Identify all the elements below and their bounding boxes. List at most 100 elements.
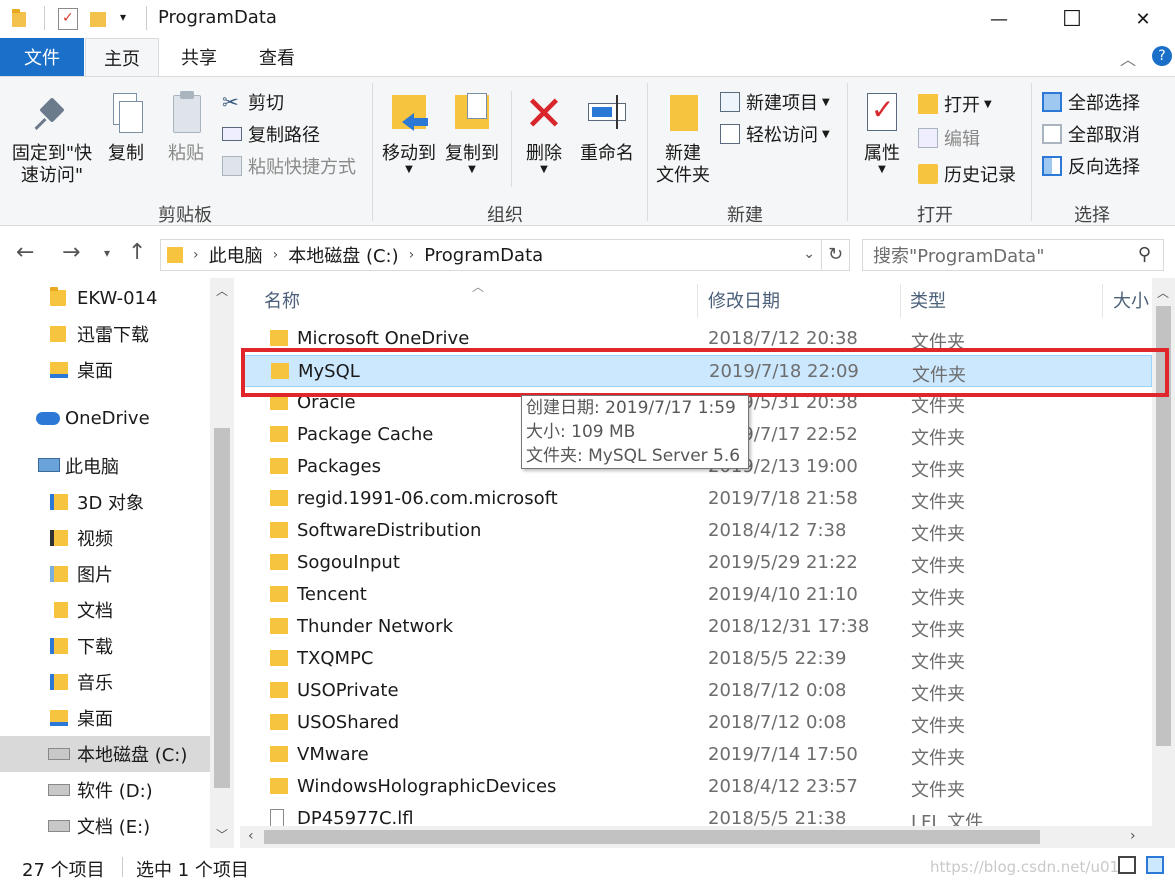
scroll-down-icon[interactable]: ﹀ — [216, 826, 228, 843]
chevron-right-icon[interactable]: › — [273, 247, 279, 263]
file-row[interactable]: VMware 2019/7/14 17:50 文件夹 — [244, 739, 1152, 771]
file-name: Packages — [297, 456, 381, 477]
new-item-button[interactable]: 新建项目 ▼ — [720, 87, 830, 117]
column-header-modified[interactable]: 修改日期 — [708, 278, 898, 322]
picture-icon — [50, 566, 68, 582]
tab-home[interactable]: 主页 — [85, 38, 159, 76]
file-row[interactable]: TXQMPC 2018/5/5 22:39 文件夹 — [244, 643, 1152, 675]
select-all-button[interactable]: 全部选择 — [1042, 87, 1140, 117]
new-folder-label-2: 文件夹 — [656, 165, 710, 186]
file-name: WindowsHolographicDevices — [297, 776, 557, 797]
select-none-button[interactable]: 全部取消 — [1042, 119, 1140, 149]
collapse-ribbon-icon[interactable]: ︿ — [1120, 46, 1136, 70]
breadcrumb-this-pc[interactable]: 此电脑 — [209, 242, 263, 268]
back-arrow-icon[interactable]: ← — [16, 240, 34, 265]
large-icons-view-icon[interactable] — [1146, 856, 1164, 874]
copy-button[interactable]: 复制 — [98, 91, 154, 165]
file-row[interactable]: Tencent 2019/4/10 21:10 文件夹 — [244, 579, 1152, 611]
divider — [900, 284, 901, 318]
chevron-right-icon[interactable]: › — [409, 247, 415, 263]
new-folder-button[interactable]: 新建 文件夹 — [652, 91, 714, 187]
up-arrow-icon[interactable]: ↑ — [128, 240, 146, 265]
recent-locations-chevron-icon[interactable]: ▾ — [104, 246, 110, 260]
nav-item-this-pc[interactable]: 此电脑 — [0, 448, 210, 484]
invert-selection-button[interactable]: 反向选择 — [1042, 151, 1140, 181]
scroll-right-icon[interactable]: › — [1130, 828, 1136, 844]
column-header-size[interactable]: 大小 — [1113, 278, 1153, 322]
nav-item-desktop-2[interactable]: 桌面 — [0, 700, 210, 736]
nav-item-drive-d[interactable]: 软件 (D:) — [0, 772, 210, 808]
search-input[interactable]: 搜索"ProgramData" ⚲ — [862, 239, 1164, 271]
divider — [647, 83, 648, 221]
nav-item-music[interactable]: 音乐 — [0, 664, 210, 700]
paste-shortcut-button[interactable]: 粘贴快捷方式 — [222, 151, 356, 181]
nav-item-xunlei[interactable]: 迅雷下载 — [0, 316, 210, 352]
nav-item-pictures[interactable]: 图片 — [0, 556, 210, 592]
nav-scrollbar[interactable]: ︿ ﹀ — [210, 278, 234, 848]
group-organize-label: 组织 — [487, 205, 523, 226]
address-dropdown-icon[interactable]: ⌄ — [803, 246, 815, 262]
scroll-up-icon[interactable]: ︿ — [1157, 284, 1169, 301]
nav-item-local-disk-c[interactable]: 本地磁盘 (C:) — [0, 736, 210, 772]
chevron-right-icon[interactable]: › — [193, 247, 199, 263]
divider — [44, 6, 45, 30]
nav-item-desktop[interactable]: 桌面 — [0, 352, 210, 388]
paste-button[interactable]: 粘贴 — [158, 91, 214, 165]
file-list-hscrollbar[interactable]: ‹ › — [240, 826, 1175, 848]
file-row[interactable]: USOShared 2018/7/12 0:08 文件夹 — [244, 707, 1152, 739]
scroll-up-icon[interactable]: ︿ — [216, 282, 228, 299]
highlight-annotation — [241, 348, 1169, 397]
minimize-button[interactable]: — — [970, 0, 1028, 38]
nav-item-ekw014[interactable]: EKW-014 — [0, 280, 210, 316]
column-header-name[interactable]: 名称 — [264, 278, 696, 322]
properties-button[interactable]: ✓ 属性 ▼ — [856, 91, 908, 175]
history-button[interactable]: 历史记录 — [918, 159, 1016, 189]
breadcrumb-programdata[interactable]: ProgramData — [424, 245, 543, 266]
address-box[interactable]: › 此电脑 › 本地磁盘 (C:) › ProgramData ⌄ ↻ — [160, 239, 850, 271]
copy-to-button[interactable]: 复制到 ▼ — [441, 91, 503, 175]
details-view-icon[interactable] — [1118, 856, 1136, 874]
tab-file[interactable]: 文件 — [0, 38, 84, 76]
nav-item-drive-e[interactable]: 文档 (E:) — [0, 808, 210, 844]
properties-quick-icon[interactable]: ✓ — [58, 8, 78, 30]
tab-share[interactable]: 共享 — [162, 38, 236, 76]
nav-item-documents[interactable]: 文档 — [0, 592, 210, 628]
paste-shortcut-label: 粘贴快捷方式 — [248, 157, 356, 178]
open-button[interactable]: 打开 ▼ — [918, 89, 992, 119]
close-button[interactable]: ✕ — [1114, 0, 1172, 38]
file-row[interactable]: Thunder Network 2018/12/31 17:38 文件夹 — [244, 611, 1152, 643]
column-header-type[interactable]: 类型 — [910, 278, 1100, 322]
file-row[interactable]: WindowsHolographicDevices 2018/4/12 23:57… — [244, 771, 1152, 803]
rename-button[interactable]: 重命名 — [576, 91, 638, 165]
rename-label: 重命名 — [580, 143, 634, 164]
scroll-left-icon[interactable]: ‹ — [248, 828, 254, 844]
new-folder-quick-icon[interactable] — [90, 9, 108, 27]
delete-button[interactable]: ✕ 删除 ▼ — [520, 90, 568, 175]
nav-item-videos[interactable]: 视频 — [0, 520, 210, 556]
desktop-icon — [50, 362, 68, 378]
search-icon[interactable]: ⚲ — [1138, 244, 1151, 265]
edit-button[interactable]: 编辑 — [918, 123, 980, 153]
file-name: Microsoft OneDrive — [297, 328, 470, 349]
file-row[interactable]: SogouInput 2019/5/29 21:22 文件夹 — [244, 547, 1152, 579]
cut-button[interactable]: ✂ 剪切 — [222, 87, 284, 117]
nav-item-downloads[interactable]: 下载 — [0, 628, 210, 664]
forward-arrow-icon[interactable]: → — [62, 240, 80, 265]
file-row[interactable]: regid.1991-06.com.microsoft 2019/7/18 21:… — [244, 483, 1152, 515]
help-icon[interactable]: ? — [1152, 46, 1172, 66]
file-list-hscrollbar-thumb[interactable] — [264, 830, 1040, 844]
breadcrumb-local-disk[interactable]: 本地磁盘 (C:) — [288, 242, 398, 268]
nav-item-onedrive[interactable]: OneDrive — [0, 400, 210, 436]
move-to-button[interactable]: 移动到 ▼ — [378, 91, 440, 175]
customize-quick-access-icon[interactable]: ▾ — [120, 10, 126, 24]
nav-scrollbar-thumb[interactable] — [214, 428, 230, 788]
refresh-icon[interactable]: ↻ — [821, 240, 849, 270]
tab-view[interactable]: 查看 — [240, 38, 314, 76]
file-row[interactable]: USOPrivate 2018/7/12 0:08 文件夹 — [244, 675, 1152, 707]
maximize-button[interactable]: ☐ — [1043, 0, 1101, 38]
file-row[interactable]: SoftwareDistribution 2018/4/12 7:38 文件夹 — [244, 515, 1152, 547]
copy-path-button[interactable]: 复制路径 — [222, 119, 320, 149]
easy-access-button[interactable]: 轻松访问 ▼ — [720, 119, 830, 149]
nav-item-3d-objects[interactable]: 3D 对象 — [0, 484, 210, 520]
pin-quick-access-button[interactable]: 固定到"快 速访问" — [8, 91, 96, 187]
